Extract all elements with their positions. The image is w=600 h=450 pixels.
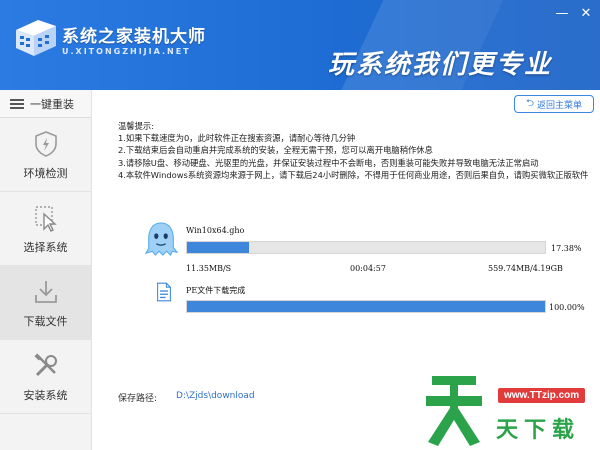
- watermark-url: www.TTzip.com: [498, 388, 586, 403]
- sidebar: 一键重装 环境检测 选择系统 下载文件 安装系统: [0, 90, 92, 450]
- app-brand-url: U.XITONGZHIJIA.NET: [62, 47, 191, 56]
- back-to-menu-button[interactable]: ⮌ 返回主菜单: [514, 95, 594, 113]
- tip-line: 4.本软件Windows系统资源均来源于网上，请下载后24小时删除，不得用于任何…: [118, 169, 589, 180]
- sidebar-header[interactable]: 一键重装: [0, 90, 91, 118]
- sidebar-item-download-files[interactable]: 下载文件: [0, 266, 91, 340]
- download-percent: 100.00%: [549, 303, 585, 312]
- close-button[interactable]: ✕: [578, 6, 594, 22]
- download-progress-fill: [187, 301, 545, 312]
- download-progress-fill: [187, 242, 250, 253]
- tools-icon: [33, 352, 57, 376]
- tip-line: 3.请移除U盘、移动硬盘、光驱里的光盘，并保证安装过程中不会断电，否则重装可能失…: [118, 157, 539, 168]
- sidebar-item-label: 下载文件: [23, 314, 68, 328]
- download-file-name: PE文件下载完成: [186, 286, 246, 295]
- tip-line: 1.如果下载速度为0，此时软件正在搜索资源，请耐心等待几分钟: [118, 133, 356, 144]
- download-icon: [34, 280, 57, 303]
- ghost-icon: [144, 222, 178, 257]
- download-file-name: Win10x64.gho: [186, 226, 245, 235]
- download-progress-bar: [186, 300, 546, 313]
- cursor-icon: [34, 205, 57, 232]
- tips-title: 温馨提示:: [118, 121, 154, 131]
- save-path-label: 保存路径:: [118, 394, 158, 404]
- save-path-link[interactable]: D:\Zjds\download: [176, 391, 255, 401]
- return-arrow-icon: ⮌: [525, 97, 534, 109]
- sidebar-item-label: 安装系统: [23, 388, 68, 402]
- tips-block: 温馨提示: 1.如果下载速度为0，此时软件正在搜索资源，请耐心等待几分钟 2.下…: [118, 120, 588, 181]
- watermark-logo-icon: [426, 376, 482, 446]
- back-button-label: 返回主菜单: [537, 100, 583, 111]
- sidebar-header-label: 一键重装: [30, 97, 74, 111]
- sidebar-item-label: 环境检测: [23, 166, 68, 180]
- watermark: www.TTzip.com 天下载: [420, 368, 600, 450]
- download-progress-bar: [186, 241, 546, 254]
- app-brand-name: 系统之家装机大师: [62, 27, 206, 47]
- menu-icon: [10, 98, 24, 109]
- document-icon: [157, 282, 171, 302]
- app-header: 系统之家装机大师 U.XITONGZHIJIA.NET 玩系统我们更专业 — ✕: [0, 0, 600, 90]
- tip-line: 2.下载结束后会自动重启并完成系统的安装，全程无需干预，您可以离开电脑稍作休息: [118, 145, 433, 156]
- shield-icon: [34, 130, 57, 157]
- sidebar-item-label: 选择系统: [23, 240, 68, 254]
- download-percent: 17.38%: [551, 244, 582, 253]
- sidebar-item-install-system[interactable]: 安装系统: [0, 340, 91, 414]
- header-slogan: 玩系统我们更专业: [328, 50, 553, 80]
- sidebar-item-select-system[interactable]: 选择系统: [0, 192, 91, 266]
- download-speed: 11.35MB/S: [186, 264, 232, 273]
- app-logo-icon: [16, 20, 56, 56]
- download-size: 559.74MB/4.19GB: [488, 264, 563, 273]
- download-time-remaining: 00:04:57: [350, 264, 386, 273]
- minimize-button[interactable]: —: [554, 6, 570, 22]
- watermark-text: 天下载: [496, 418, 581, 443]
- sidebar-item-environment-check[interactable]: 环境检测: [0, 118, 91, 192]
